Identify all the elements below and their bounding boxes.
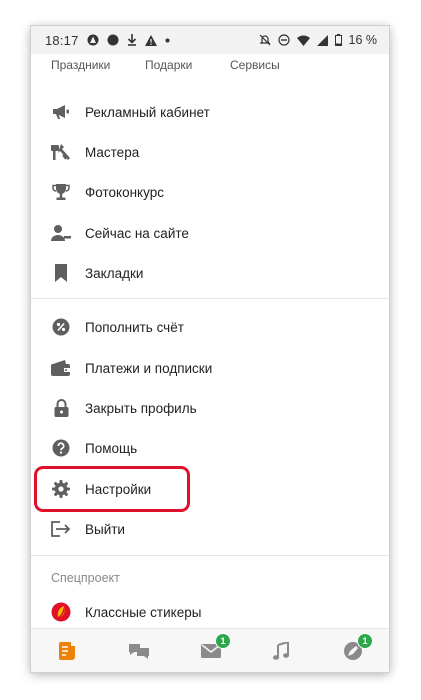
menu-item-label: Закрыть профиль (85, 400, 197, 416)
coin-icon (51, 317, 71, 337)
menu-item-label: Сейчас на сайте (85, 225, 189, 241)
menu-item-bookmarks[interactable]: Закладки (31, 253, 389, 293)
dot-icon (165, 38, 170, 43)
battery-icon (334, 34, 342, 46)
menu-item-label: Закладки (85, 265, 144, 281)
menu-item-label: Помощь (85, 440, 138, 456)
nav-discussions[interactable]: 1 (341, 633, 373, 663)
menu-item-photo-contest[interactable]: Фотоконкурс (31, 172, 389, 212)
menu-item-masters[interactable]: Мастера (31, 132, 389, 172)
bottom-nav: 1 1 (31, 628, 389, 672)
lock-icon (51, 398, 71, 418)
feed-icon (59, 642, 75, 660)
menu-item-label: Платежи и подписки (85, 360, 213, 376)
menu-item-close-profile[interactable]: Закрыть профиль (31, 388, 389, 428)
nav-notifications[interactable]: 1 (199, 633, 231, 663)
logout-icon (51, 519, 71, 539)
signal-icon (316, 34, 328, 46)
users-online-icon (51, 223, 71, 243)
menu-item-label: Мастера (85, 144, 140, 160)
menu-item-label: Выйти (85, 521, 125, 537)
help-icon (51, 438, 71, 458)
battery-percent: 16 % (348, 33, 378, 47)
nav-chats[interactable] (127, 639, 151, 663)
dnd-icon (277, 34, 290, 46)
menu-item-logout[interactable]: Выйти (31, 509, 389, 549)
download-icon (127, 34, 137, 46)
assistant-icon (87, 34, 99, 46)
chats-icon (128, 642, 150, 660)
circle-icon (107, 34, 119, 46)
menu-item-top-up[interactable]: Пополнить счёт (31, 307, 389, 347)
nav-feed[interactable] (55, 639, 79, 663)
alarm-off-icon (259, 34, 271, 46)
nav-music[interactable] (269, 639, 293, 663)
discussions-badge: 1 (357, 633, 373, 649)
menu-item-stickers[interactable]: Классные стикеры (31, 592, 389, 632)
trophy-icon (51, 182, 71, 202)
bookmark-icon (51, 263, 71, 283)
wifi-icon (296, 35, 310, 46)
section-title-special: Спецпроект (51, 571, 120, 585)
menu-item-ad-cabinet[interactable]: Рекламный кабинет (31, 92, 389, 132)
stickers-icon (51, 602, 71, 622)
warning-icon (144, 34, 157, 46)
status-bar: 18:17 16 % (31, 26, 389, 54)
menu-item-label: Классные стикеры (85, 604, 202, 620)
settings-highlight-frame (34, 466, 190, 512)
menu-item-online-now[interactable]: Сейчас на сайте (31, 213, 389, 253)
wallet-icon (51, 358, 71, 378)
tab-services[interactable]: Сервисы (230, 58, 280, 72)
menu-item-label: Пополнить счёт (85, 319, 184, 335)
divider (31, 298, 389, 299)
menu-item-help[interactable]: Помощь (31, 428, 389, 468)
music-icon (273, 642, 289, 660)
tab-holidays[interactable]: Праздники (51, 58, 110, 72)
status-time: 18:17 (45, 32, 79, 48)
notifications-badge: 1 (215, 633, 231, 649)
menu-item-label: Рекламный кабинет (85, 104, 210, 120)
tools-icon (51, 142, 71, 162)
tab-gifts[interactable]: Подарки (145, 58, 192, 72)
top-tabs: Праздники Подарки Сервисы (31, 54, 389, 78)
phone-screen: 18:17 16 % Праздники Подарки Сервисы Рек… (31, 26, 389, 672)
menu-item-payments[interactable]: Платежи и подписки (31, 348, 389, 388)
megaphone-icon (51, 102, 71, 122)
divider (31, 555, 389, 556)
menu-item-label: Фотоконкурс (85, 184, 164, 200)
